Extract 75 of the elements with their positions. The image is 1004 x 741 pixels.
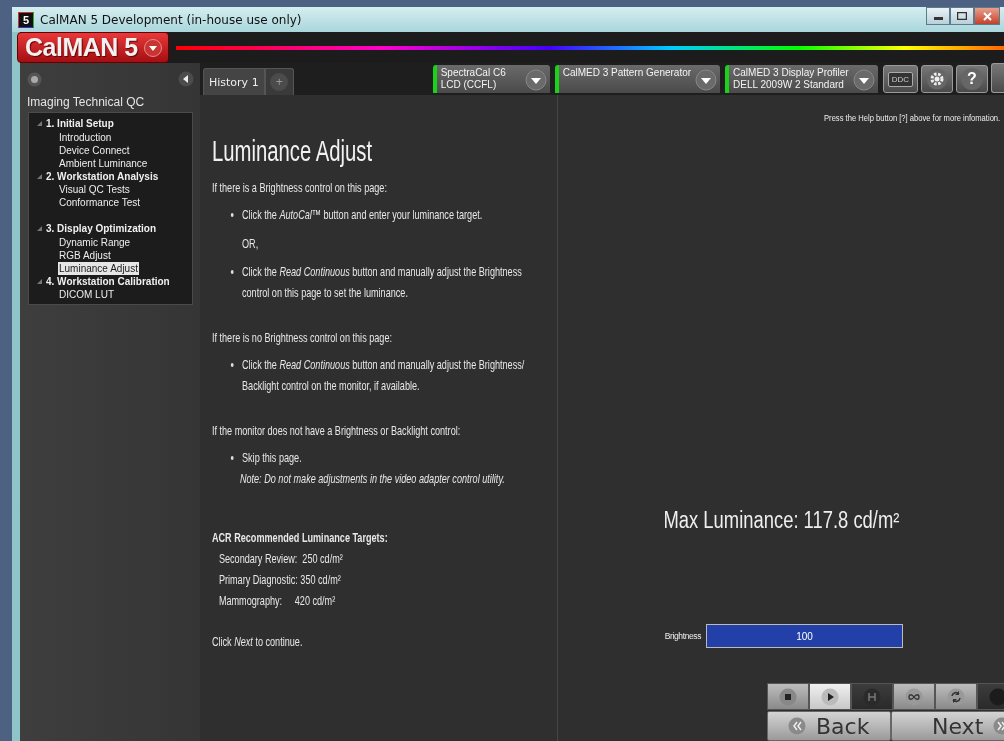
- slider-label: Brightness: [663, 630, 701, 642]
- help-hint: Press the Help button [?] above for more infomation.: [823, 112, 1000, 124]
- tree-group-label[interactable]: 4. Workstation Calibration: [46, 275, 170, 287]
- refresh-button[interactable]: [935, 683, 977, 710]
- tree-item[interactable]: Ambient Luminance: [58, 156, 149, 170]
- device-selector[interactable]: CalMED 3 Pattern Generator: [554, 65, 721, 93]
- ddc-button[interactable]: DDC: [882, 65, 918, 93]
- maximize-button[interactable]: [950, 7, 974, 25]
- device-selector[interactable]: SpectraCal C6 LCD (CCFL): [432, 65, 550, 93]
- tree-item[interactable]: Dynamic Range: [58, 235, 132, 249]
- sidebar-title: Imaging Technical QC: [26, 95, 146, 109]
- bullet-dot: [230, 213, 234, 217]
- expanded-triangle-icon[interactable]: [37, 278, 42, 284]
- dropdown-caret-icon[interactable]: [695, 69, 718, 91]
- app-icon: 5: [18, 11, 34, 28]
- play-icon: [821, 687, 839, 706]
- stop-icon: [779, 687, 797, 706]
- tree-group-label[interactable]: 1. Initial Setup: [46, 118, 114, 130]
- target-value: Secondary Review: 250 cd/m²: [218, 550, 344, 568]
- luminance-reading: Max Luminance: 117.8 cd/m²: [663, 506, 899, 535]
- dropdown-caret-icon[interactable]: [524, 69, 547, 91]
- instruction-text: If there is a Brightness control on this page:: [211, 179, 388, 197]
- bullet-dot: [230, 363, 234, 367]
- section-heading: ACR Recommended Luminance Targets:: [211, 529, 389, 547]
- tree-group-label[interactable]: 3. Display Optimization: [46, 223, 157, 235]
- target-value: Mammography: 420 cd/m²: [218, 592, 337, 610]
- page-title: Luminance Adjust: [211, 134, 374, 169]
- expanded-triangle-icon[interactable]: [37, 121, 42, 127]
- play-button[interactable]: [809, 683, 851, 710]
- double-left-chevron-icon: [788, 717, 806, 735]
- instruction-text: Click Next to continue.: [211, 633, 304, 651]
- close-button[interactable]: [974, 7, 1000, 25]
- brightness-slider[interactable]: 100: [706, 624, 903, 648]
- toolbar-button[interactable]: [991, 63, 1004, 93]
- refresh-icon: [947, 687, 965, 706]
- close-icon: [982, 11, 992, 21]
- dropdown-caret-icon[interactable]: [852, 69, 875, 91]
- expanded-triangle-icon[interactable]: [37, 173, 42, 179]
- minimize-button[interactable]: [926, 7, 950, 25]
- bullet-text: Click the Read Continuous button and manually adjust the Brightness/ Backlight control on the monitor, if available.: [242, 356, 525, 395]
- bullet-text: Skip this page.: [242, 449, 302, 467]
- tree-item[interactable]: Luminance Adjust: [58, 261, 139, 275]
- target-value: Primary Diagnostic: 350 cd/m²: [218, 571, 342, 589]
- record-icon: [989, 687, 1004, 706]
- maximize-icon: [957, 12, 967, 20]
- instruction-text: OR,: [242, 235, 260, 253]
- back-button[interactable]: Back: [767, 711, 891, 741]
- note-text: Note: Do not make adjustments in the video adapter control utility.: [239, 470, 506, 488]
- infinity-button[interactable]: [893, 683, 935, 710]
- next-button[interactable]: Next: [891, 711, 1004, 741]
- tree-item[interactable]: Introduction: [58, 130, 113, 144]
- tree-item[interactable]: Device Connect: [58, 143, 131, 157]
- bullet-text: Click the AutoCal™ button and enter your luminance target.: [242, 206, 483, 224]
- history-tab[interactable]: History 1: [203, 68, 265, 95]
- status-light-icon[interactable]: [27, 71, 42, 87]
- bullet-dot: [230, 456, 234, 460]
- device-selector[interactable]: CalMED 3 Display Profiler DELL 2009W 2 Standard: [725, 65, 878, 93]
- help-button[interactable]: ?: [956, 65, 988, 93]
- stop-button[interactable]: [767, 683, 809, 710]
- tree-group-label[interactable]: 2. Workstation Analysis: [46, 170, 159, 182]
- window-title: CalMAN 5 Development (in-house use only): [40, 12, 303, 27]
- expanded-triangle-icon[interactable]: [37, 226, 42, 232]
- bullet-text: Click the Read Continuous button and manually adjust the Brightness control on this page to set the luminance.: [242, 263, 523, 302]
- settings-button[interactable]: [921, 65, 953, 93]
- dropdown-caret-icon: [143, 38, 162, 57]
- tree-item[interactable]: Conformance Test: [58, 196, 141, 209]
- tree-item[interactable]: RGB Adjust: [58, 248, 112, 262]
- instruction-text: If there is no Brightness control on this page:: [211, 329, 393, 347]
- infinity-icon: [905, 687, 923, 706]
- app-logo[interactable]: CalMAN 5: [17, 32, 169, 63]
- tree-item[interactable]: DICOM LUT: [58, 288, 115, 301]
- settings-icon: [926, 68, 948, 90]
- bullet-dot: [230, 270, 234, 274]
- tree-item[interactable]: Visual QC Tests: [58, 183, 131, 196]
- instruction-text: If the monitor does not have a Brightness or Backlight control:: [211, 422, 462, 440]
